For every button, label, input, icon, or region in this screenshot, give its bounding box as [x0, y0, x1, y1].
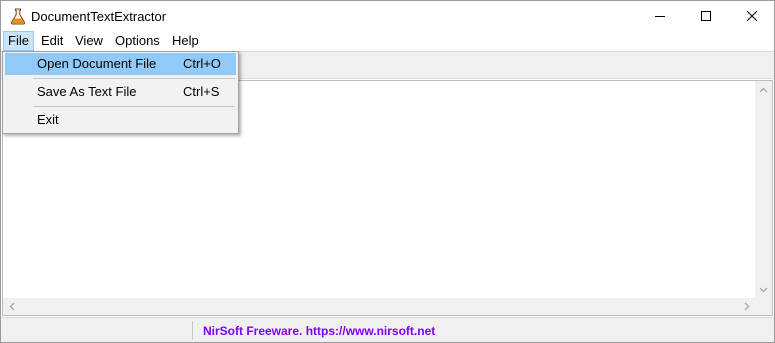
menu-item-label: Save As Text File	[37, 84, 137, 99]
minimize-icon	[655, 16, 665, 17]
menu-file[interactable]: File	[3, 31, 34, 51]
horizontal-scrollbar[interactable]	[3, 298, 755, 315]
menu-item-label: Open Document File	[37, 56, 157, 71]
menu-bar: File Edit View Options Help	[1, 31, 774, 51]
scroll-down-icon[interactable]	[755, 281, 772, 298]
maximize-button[interactable]	[683, 1, 729, 31]
menu-item-shortcut: Ctrl+O	[183, 56, 221, 71]
file-menu-dropdown: Open Document File Ctrl+O Save As Text F…	[2, 51, 239, 134]
scrollbar-corner	[755, 298, 772, 315]
minimize-button[interactable]	[637, 1, 683, 31]
vertical-scrollbar[interactable]	[755, 81, 772, 298]
menu-item-shortcut: Ctrl+S	[183, 84, 220, 99]
close-icon	[747, 11, 757, 21]
title-bar[interactable]: DocumentTextExtractor	[1, 1, 774, 31]
status-bar: NirSoft Freeware. https://www.nirsoft.ne…	[1, 317, 774, 342]
window-title: DocumentTextExtractor	[31, 9, 167, 24]
menu-view[interactable]: View	[70, 31, 108, 51]
menu-edit[interactable]: Edit	[36, 31, 68, 51]
menu-item-open-document[interactable]: Open Document File Ctrl+O	[5, 53, 236, 75]
nirsoft-link[interactable]: NirSoft Freeware. https://www.nirsoft.ne…	[203, 324, 435, 338]
menu-item-label: Exit	[37, 112, 59, 127]
app-window: DocumentTextExtractor File Edit View Opt…	[0, 0, 775, 343]
maximize-icon	[701, 11, 711, 21]
scroll-left-icon[interactable]	[3, 298, 20, 315]
menu-item-save-as-text[interactable]: Save As Text File Ctrl+S	[5, 81, 236, 103]
status-panel-link: NirSoft Freeware. https://www.nirsoft.ne…	[195, 321, 770, 340]
menu-separator	[33, 78, 235, 79]
menu-help[interactable]: Help	[167, 31, 204, 51]
menu-item-exit[interactable]: Exit	[5, 109, 236, 131]
scroll-right-icon[interactable]	[738, 298, 755, 315]
close-button[interactable]	[729, 1, 775, 31]
scroll-up-icon[interactable]	[755, 81, 772, 98]
menu-separator	[33, 106, 235, 107]
flask-icon	[10, 8, 26, 25]
menu-options[interactable]: Options	[110, 31, 165, 51]
status-panel	[3, 321, 193, 340]
